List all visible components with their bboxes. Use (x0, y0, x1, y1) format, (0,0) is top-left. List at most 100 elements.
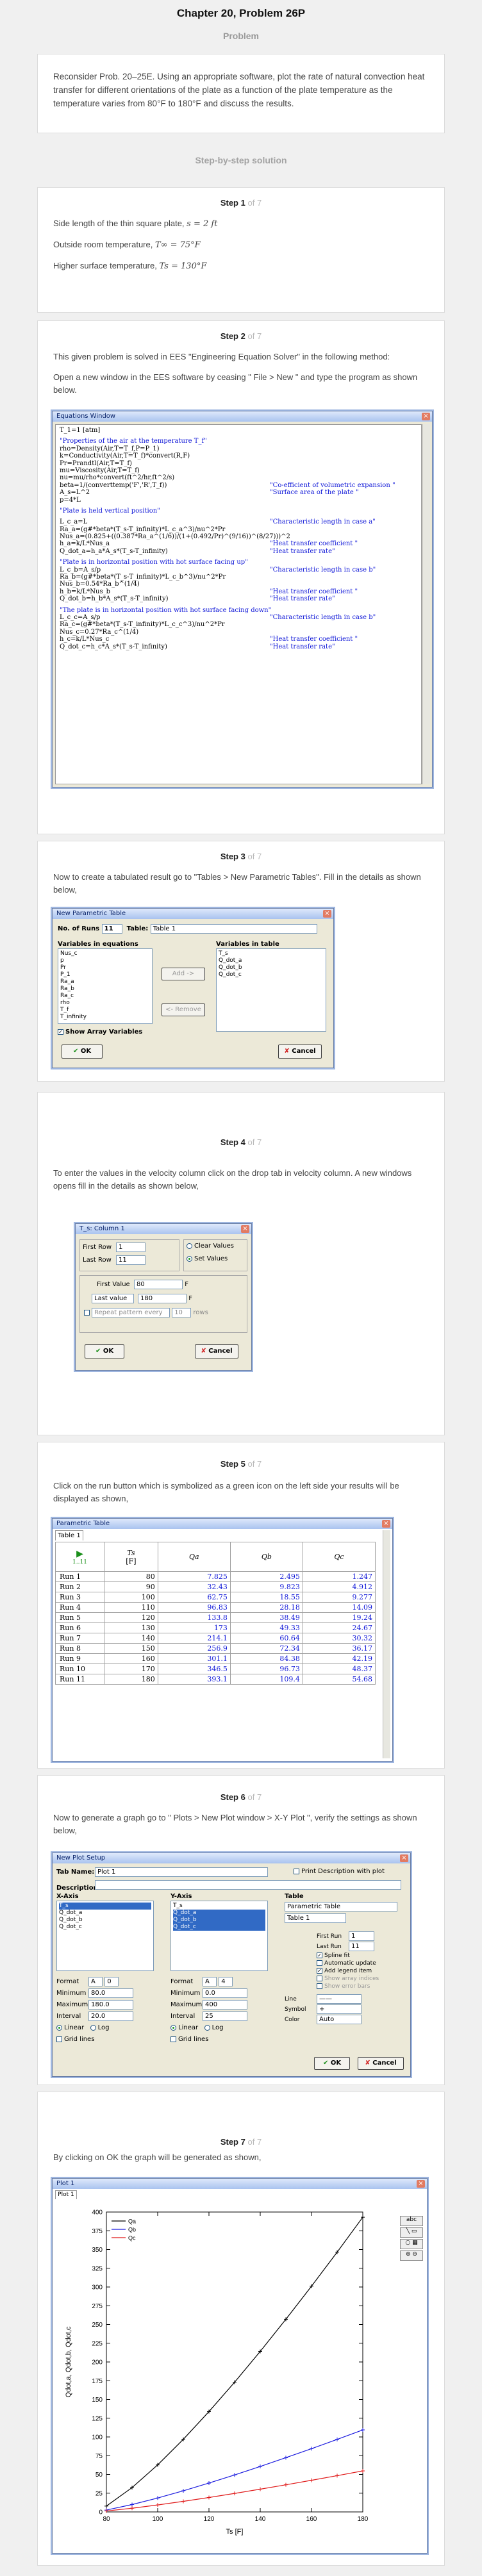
repeat-input[interactable]: 10 (172, 1308, 192, 1317)
x-min-input[interactable]: 80.0 (88, 1988, 133, 1998)
vertical-scrollbar[interactable] (422, 424, 430, 784)
table-sub-select[interactable]: Table 1 (285, 1913, 346, 1923)
qa-header[interactable]: Qa (157, 1542, 231, 1572)
ts-header[interactable]: Ts [F] (104, 1542, 158, 1572)
list-item[interactable]: Pr (60, 964, 150, 971)
show-array-indices-checkbox[interactable] (317, 1976, 322, 1981)
x-log-radio[interactable] (90, 2024, 96, 2031)
qc-cell[interactable]: 36.17 (302, 1643, 376, 1654)
qb-cell[interactable]: 49.33 (229, 1622, 303, 1633)
y-max-input[interactable]: 400 (203, 2000, 247, 2010)
qc-cell[interactable]: 19.24 (302, 1612, 376, 1623)
vars-table-list[interactable]: T_s Q_dot_a Q_dot_b Q_dot_c (216, 948, 326, 1032)
clear-values-radio[interactable] (187, 1243, 192, 1249)
qc-cell[interactable]: 14.09 (302, 1602, 376, 1613)
qb-cell[interactable]: 38.49 (229, 1612, 303, 1623)
zoom-tool-icon[interactable]: ⊕ ⊖ (400, 2250, 423, 2261)
last-value-select[interactable]: Last value (92, 1294, 134, 1303)
close-icon[interactable]: × (422, 413, 430, 420)
ts-cell[interactable]: 120 (104, 1612, 158, 1623)
x-axis-variable-list[interactable]: T_s Q_dot_a Q_dot_b Q_dot_c (56, 1901, 154, 1971)
run-cell[interactable]: Run 5 (55, 1612, 104, 1623)
x-format-select[interactable]: A (88, 1977, 103, 1986)
qa-cell[interactable]: 301.1 (157, 1653, 231, 1664)
list-item[interactable]: Q_dot_b (173, 1917, 265, 1924)
qb-cell[interactable]: 60.64 (229, 1633, 303, 1644)
show-array-row[interactable]: ✓ Show Array Variables (58, 1028, 142, 1036)
ts-cell[interactable]: 130 (104, 1622, 158, 1633)
print-desc-checkbox[interactable] (294, 1868, 299, 1874)
x-interval-input[interactable]: 20.0 (88, 2011, 133, 2021)
x-max-input[interactable]: 180.0 (88, 2000, 133, 2010)
last-run-input[interactable]: 11 (349, 1942, 374, 1951)
remove-button[interactable]: <- Remove (162, 1003, 205, 1016)
close-icon[interactable]: × (241, 1225, 249, 1233)
auto-update-checkbox[interactable] (317, 1960, 322, 1966)
ts-cell[interactable]: 140 (104, 1633, 158, 1644)
runs-input[interactable]: 11 (101, 924, 122, 934)
line-tool-icon[interactable]: ╲ ▭ (400, 2227, 423, 2238)
qb-header[interactable]: Qb (229, 1542, 303, 1572)
x-linear-radio[interactable] (56, 2024, 62, 2031)
close-icon[interactable]: × (417, 2180, 425, 2188)
x-grid-checkbox[interactable] (56, 2036, 62, 2042)
close-icon[interactable]: × (400, 1854, 408, 1862)
set-values-radio[interactable] (187, 1255, 192, 1262)
y-grid-checkbox[interactable] (170, 2036, 176, 2042)
qa-cell[interactable]: 256.9 (157, 1643, 231, 1654)
qb-cell[interactable]: 96.73 (229, 1664, 303, 1674)
run-cell[interactable]: Run 7 (55, 1633, 104, 1644)
list-item[interactable]: Ra_b (60, 986, 150, 993)
run-cell[interactable]: Run 3 (55, 1592, 104, 1603)
qa-cell[interactable]: 32.43 (157, 1581, 231, 1592)
y-log-radio[interactable] (204, 2024, 210, 2031)
y-interval-input[interactable]: 25 (203, 2011, 247, 2021)
list-item[interactable]: Q_dot_c (173, 1924, 265, 1931)
qc-cell[interactable]: 24.67 (302, 1622, 376, 1633)
print-desc-row[interactable]: Print Description with plot (294, 1868, 385, 1875)
first-row-input[interactable]: 1 (116, 1243, 145, 1252)
qa-cell[interactable]: 96.83 (157, 1602, 231, 1613)
qa-cell[interactable]: 346.5 (157, 1664, 231, 1674)
run-cell[interactable]: Run 1 (55, 1571, 104, 1582)
list-item[interactable]: Ra_a (60, 978, 150, 986)
tab-name-input[interactable]: Plot 1 (95, 1867, 268, 1877)
first-run-input[interactable]: 1 (349, 1931, 374, 1941)
plot-tab[interactable]: Plot 1 (55, 2190, 77, 2199)
last-row-input[interactable]: 11 (116, 1255, 145, 1265)
qc-cell[interactable]: 30.32 (302, 1633, 376, 1644)
run-cell[interactable]: Run 10 (55, 1664, 104, 1674)
qb-cell[interactable]: 9.823 (229, 1581, 303, 1592)
repeat-select[interactable]: Repeat pattern every (92, 1308, 170, 1317)
last-value-input[interactable]: 180 (138, 1294, 187, 1303)
ts-cell[interactable]: 80 (104, 1571, 158, 1582)
line-style-select[interactable]: —— (317, 1994, 362, 2004)
close-icon[interactable]: × (323, 910, 331, 918)
qb-cell[interactable]: 84.38 (229, 1653, 303, 1664)
list-item[interactable]: Q_dot_c (219, 971, 324, 978)
run-cell[interactable]: Run 2 (55, 1581, 104, 1592)
vertical-scrollbar[interactable] (383, 1530, 390, 1758)
list-item[interactable]: p (60, 957, 150, 964)
list-item[interactable]: T_s (219, 950, 324, 957)
list-item[interactable]: Q_dot_b (59, 1917, 151, 1924)
qb-cell[interactable]: 18.55 (229, 1592, 303, 1603)
qb-cell[interactable]: 72.34 (229, 1643, 303, 1654)
qc-cell[interactable]: 48.37 (302, 1664, 376, 1674)
y-min-input[interactable]: 0.0 (203, 1988, 247, 1998)
list-item[interactable]: Q_dot_c (59, 1924, 151, 1931)
list-item[interactable]: Ra_c (60, 993, 150, 1000)
ts-cell[interactable]: 180 (104, 1674, 158, 1685)
ts-cell[interactable]: 90 (104, 1581, 158, 1592)
add-button[interactable]: Add -> (162, 968, 205, 980)
qc-cell[interactable]: 54.68 (302, 1674, 376, 1685)
qa-cell[interactable]: 7.825 (157, 1571, 231, 1582)
list-item[interactable]: T_f (60, 1007, 150, 1014)
add-legend-checkbox[interactable]: ✓ (317, 1968, 322, 1974)
show-error-bars-checkbox[interactable] (317, 1983, 322, 1989)
run-cell[interactable]: Run 6 (55, 1622, 104, 1633)
y-linear-radio[interactable] (170, 2024, 176, 2031)
list-item[interactable]: T_s (59, 1903, 151, 1910)
run-icon[interactable]: ▶ (58, 1549, 101, 1559)
ok-button[interactable]: ✔ OK (85, 1344, 124, 1358)
